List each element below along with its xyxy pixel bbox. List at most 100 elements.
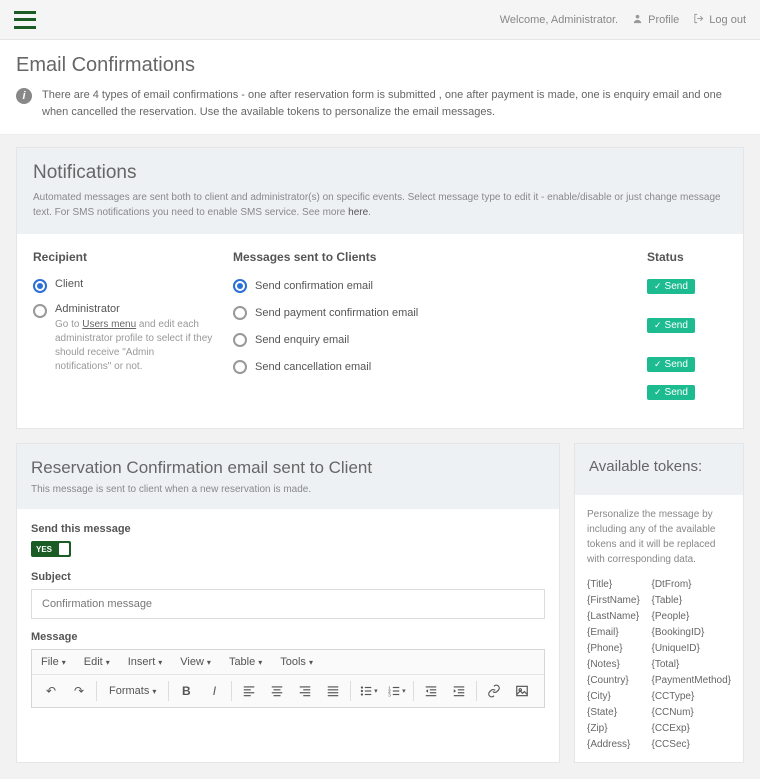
token-item[interactable]: {Title} xyxy=(587,579,644,590)
message-label: Send cancellation email xyxy=(255,361,627,373)
numbered-list-icon[interactable]: 123▾ xyxy=(383,679,409,703)
users-menu-link[interactable]: Users menu xyxy=(82,319,136,330)
send-message-toggle[interactable]: YES xyxy=(31,541,71,557)
notifications-subtitle: Automated messages are sent both to clie… xyxy=(33,190,727,220)
message-label: Send enquiry email xyxy=(255,334,627,346)
toggle-value: YES xyxy=(31,545,52,554)
editor-menu-insert[interactable]: Insert▾ xyxy=(119,650,172,674)
token-item[interactable]: {LastName} xyxy=(587,611,644,622)
menu-hamburger-icon[interactable] xyxy=(14,11,36,29)
editor-panel: Reservation Confirmation email sent to C… xyxy=(16,443,560,763)
editor-menu-tools[interactable]: Tools▾ xyxy=(271,650,322,674)
redo-icon[interactable]: ↷ xyxy=(66,679,92,703)
logout-link[interactable]: Log out xyxy=(693,13,746,27)
radio-icon xyxy=(233,333,247,347)
recipient-label: Administrator xyxy=(55,303,213,315)
status-badge[interactable]: Send xyxy=(647,279,695,294)
token-item[interactable]: {Email} xyxy=(587,627,644,638)
align-justify-icon[interactable] xyxy=(320,679,346,703)
tokens-panel: Available tokens: Personalize the messag… xyxy=(574,443,744,763)
tokens-description: Personalize the message by including any… xyxy=(587,507,731,567)
token-item[interactable]: {Table} xyxy=(652,595,732,606)
radio-icon xyxy=(33,304,47,318)
formats-dropdown[interactable]: Formats▾ xyxy=(101,681,164,701)
token-item[interactable]: {State} xyxy=(587,707,644,718)
token-item[interactable]: {BookingID} xyxy=(652,627,732,638)
token-item[interactable]: {Address} xyxy=(587,739,644,750)
svg-text:3: 3 xyxy=(388,692,391,697)
message-cancellation[interactable]: Send cancellation email xyxy=(233,359,627,374)
user-icon xyxy=(632,13,643,27)
indent-icon[interactable] xyxy=(446,679,472,703)
editor-title: Reservation Confirmation email sent to C… xyxy=(31,458,545,478)
page-title: Email Confirmations xyxy=(16,54,744,77)
token-item[interactable]: {City} xyxy=(587,691,644,702)
token-item[interactable]: {Total} xyxy=(652,659,732,670)
notifications-title: Notifications xyxy=(33,162,727,184)
subject-label: Subject xyxy=(31,571,545,583)
token-item[interactable]: {CCSec} xyxy=(652,739,732,750)
profile-label: Profile xyxy=(648,14,679,26)
radio-icon xyxy=(233,279,247,293)
editor-menu-edit[interactable]: Edit▾ xyxy=(75,650,119,674)
align-right-icon[interactable] xyxy=(292,679,318,703)
message-label: Message xyxy=(31,631,545,643)
subject-input[interactable] xyxy=(31,589,545,619)
rich-text-editor: File▾ Edit▾ Insert▾ View▾ Table▾ Tools▾ … xyxy=(31,649,545,708)
token-item[interactable]: {CCType} xyxy=(652,691,732,702)
token-item[interactable]: {CCNum} xyxy=(652,707,732,718)
editor-menu-view[interactable]: View▾ xyxy=(171,650,220,674)
radio-icon xyxy=(233,360,247,374)
outdent-icon[interactable] xyxy=(418,679,444,703)
tokens-title: Available tokens: xyxy=(589,458,729,475)
recipient-help: Go to Users menu and edit each administr… xyxy=(55,318,213,374)
recipient-client[interactable]: Client xyxy=(33,278,213,293)
editor-subtitle: This message is sent to client when a ne… xyxy=(31,484,545,495)
status-badge[interactable]: Send xyxy=(647,318,695,333)
editor-menu-file[interactable]: File▾ xyxy=(32,650,75,674)
align-left-icon[interactable] xyxy=(236,679,262,703)
recipient-header: Recipient xyxy=(33,250,213,264)
logout-label: Log out xyxy=(709,14,746,26)
undo-icon[interactable]: ↶ xyxy=(38,679,64,703)
see-more-link[interactable]: here xyxy=(348,207,368,218)
token-item[interactable]: {UniqueID} xyxy=(652,643,732,654)
page-header: Email Confirmations i There are 4 types … xyxy=(0,40,760,135)
token-item[interactable]: {People} xyxy=(652,611,732,622)
page-info-text: There are 4 types of email confirmations… xyxy=(42,87,744,120)
profile-link[interactable]: Profile xyxy=(632,13,679,27)
message-confirmation[interactable]: Send confirmation email xyxy=(233,278,627,293)
radio-icon xyxy=(233,306,247,320)
image-icon[interactable] xyxy=(509,679,535,703)
bullet-list-icon[interactable]: ▾ xyxy=(355,679,381,703)
status-header: Status xyxy=(647,250,727,264)
status-badge[interactable]: Send xyxy=(647,385,695,400)
token-item[interactable]: {PaymentMethod} xyxy=(652,675,732,686)
align-center-icon[interactable] xyxy=(264,679,290,703)
recipient-administrator[interactable]: Administrator Go to Users menu and edit … xyxy=(33,303,213,374)
welcome-text: Welcome, Administrator. xyxy=(500,14,618,26)
token-item[interactable]: {DtFrom} xyxy=(652,579,732,590)
notifications-panel: Notifications Automated messages are sen… xyxy=(16,147,744,429)
token-item[interactable]: {Notes} xyxy=(587,659,644,670)
token-item[interactable]: {FirstName} xyxy=(587,595,644,606)
toggle-knob xyxy=(59,543,69,555)
message-enquiry[interactable]: Send enquiry email xyxy=(233,332,627,347)
message-payment[interactable]: Send payment confirmation email xyxy=(233,305,627,320)
recipient-label: Client xyxy=(55,278,83,290)
bold-icon[interactable]: B xyxy=(173,679,199,703)
logout-icon xyxy=(693,13,704,27)
editor-menu-table[interactable]: Table▾ xyxy=(220,650,271,674)
topbar: Welcome, Administrator. Profile Log out xyxy=(0,0,760,40)
token-item[interactable]: {CCExp} xyxy=(652,723,732,734)
italic-icon[interactable]: I xyxy=(201,679,227,703)
token-item[interactable]: {Country} xyxy=(587,675,644,686)
messages-header: Messages sent to Clients xyxy=(233,250,627,264)
token-item[interactable]: {Phone} xyxy=(587,643,644,654)
info-icon: i xyxy=(16,88,32,104)
radio-icon xyxy=(33,279,47,293)
status-badge[interactable]: Send xyxy=(647,357,695,372)
link-icon[interactable] xyxy=(481,679,507,703)
token-item[interactable]: {Zip} xyxy=(587,723,644,734)
send-message-label: Send this message xyxy=(31,523,545,535)
